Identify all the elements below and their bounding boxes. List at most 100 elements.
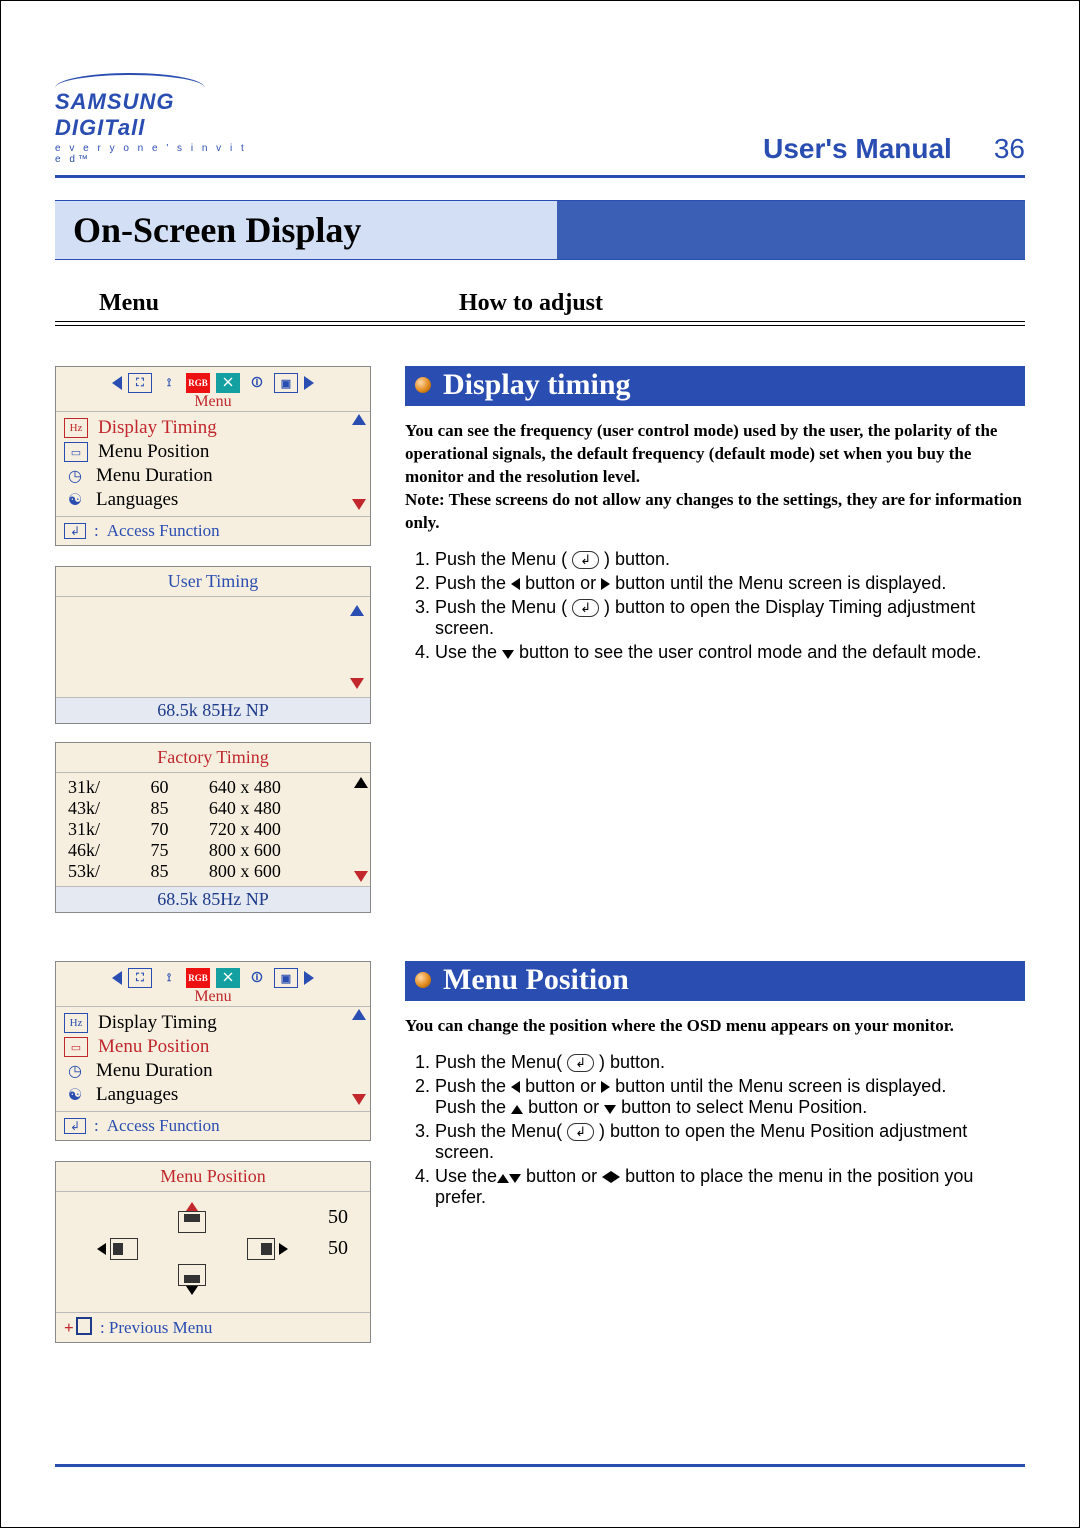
- nav-left-icon[interactable]: [112, 971, 122, 985]
- intro-display-timing: You can see the frequency (user control …: [405, 420, 1025, 535]
- footer-rule: [55, 1464, 1025, 1467]
- menu-item-languages[interactable]: ☯ Languages: [56, 488, 370, 512]
- menu-item-languages[interactable]: ☯ Languages: [56, 1083, 370, 1107]
- previous-menu-row[interactable]: + : Previous Menu: [56, 1312, 370, 1342]
- scroll-down-icon[interactable]: [352, 499, 366, 510]
- left-arrow-icon: [511, 1081, 520, 1093]
- step-2: Push the button or button until the Menu…: [435, 573, 1025, 594]
- menu-item-label: Menu Duration: [96, 465, 213, 487]
- access-function-label: Access Function: [107, 1116, 220, 1136]
- down-arrow-icon: [502, 650, 514, 659]
- nav-left-icon[interactable]: [112, 376, 122, 390]
- menu-item-label: Menu Position: [98, 441, 209, 463]
- bullet-icon: [415, 377, 431, 393]
- up-arrow-icon: [497, 1174, 509, 1183]
- pos-icon: ▭: [64, 1037, 88, 1057]
- menu-item-menu-duration[interactable]: ◷ Menu Duration: [56, 1059, 370, 1083]
- menu-item-menu-position[interactable]: ▭ Menu Position: [56, 1035, 370, 1059]
- step-4: Use the button or button to place the me…: [435, 1166, 1025, 1208]
- value-h: 50: [328, 1206, 360, 1229]
- pos-icon: ▭: [64, 442, 88, 462]
- left-arrow-icon: [511, 578, 520, 590]
- intro-menu-position: You can change the position where the OS…: [405, 1015, 1025, 1038]
- scroll-down-icon[interactable]: [350, 678, 364, 689]
- enter-icon: ↲: [64, 523, 86, 539]
- up-arrow-icon: [511, 1105, 523, 1114]
- nav-right-icon[interactable]: [304, 376, 314, 390]
- previous-menu-label: Previous Menu: [109, 1318, 212, 1337]
- title-band: On-Screen Display: [55, 200, 1025, 260]
- menu-item-label: Menu Position: [98, 1036, 209, 1058]
- step-2: Push the button or button until the Menu…: [435, 1076, 1025, 1118]
- pos-box-down: [178, 1264, 206, 1286]
- panel-title: Menu Position: [56, 1162, 370, 1192]
- osd-menu-label: Menu: [56, 988, 370, 1006]
- panel-menu-position: Menu Position 50: [55, 1161, 371, 1343]
- enter-icon: ↲: [64, 1118, 86, 1134]
- icon-size[interactable]: ⟟: [158, 969, 180, 987]
- menu-item-menu-duration[interactable]: ◷ Menu Duration: [56, 464, 370, 488]
- down-arrow-icon: [604, 1105, 616, 1114]
- scroll-up-icon[interactable]: [350, 605, 364, 616]
- right-arrow-icon: [611, 1171, 620, 1183]
- scroll-down-icon[interactable]: [352, 1094, 366, 1105]
- scroll-up-icon[interactable]: [352, 1009, 366, 1020]
- menu-item-display-timing[interactable]: Hz Display Timing: [56, 1011, 370, 1035]
- icon-position[interactable]: ⛶: [128, 373, 152, 393]
- step-1: Push the Menu ( ↲ ) button.: [435, 549, 1025, 570]
- panel-title: Factory Timing: [56, 743, 370, 773]
- right-arrow-icon: [601, 578, 610, 590]
- pos-box-right: [247, 1238, 275, 1260]
- hz-icon: Hz: [64, 1013, 88, 1033]
- menu-item-label: Display Timing: [98, 1012, 217, 1034]
- access-function-label: Access Function: [107, 521, 220, 541]
- status-user-timing: 68.5k 85Hz NP: [56, 697, 370, 723]
- icon-pip[interactable]: ▣: [274, 373, 298, 393]
- lang-icon: ☯: [64, 491, 86, 509]
- value-v: 50: [328, 1237, 360, 1260]
- enter-icon: ↲: [567, 1054, 594, 1072]
- icon-reset[interactable]: ⨉: [216, 968, 240, 988]
- brand-suffix: all: [118, 115, 145, 140]
- enter-icon: ↲: [567, 1123, 594, 1141]
- factory-timing-table: 31k/60640 x 480 43k/85640 x 480 31k/7072…: [60, 777, 352, 882]
- panel-title: User Timing: [56, 567, 370, 597]
- scroll-down-icon[interactable]: [354, 871, 368, 882]
- brand-tagline: e v e r y o n e ' s i n v i t e d™: [55, 143, 255, 165]
- pos-box-up: [178, 1211, 206, 1233]
- menu-item-label: Display Timing: [98, 417, 217, 439]
- table-row: 43k/85640 x 480: [60, 798, 352, 819]
- osd-menu-label: Menu: [56, 393, 370, 411]
- previous-menu-icon: [76, 1317, 92, 1335]
- icon-position[interactable]: ⛶: [128, 968, 152, 988]
- down-arrow-icon[interactable]: [186, 1286, 198, 1295]
- icon-tool[interactable]: 🛈: [246, 969, 268, 987]
- icon-reset[interactable]: ⨉: [216, 373, 240, 393]
- brand-logo: SAMSUNG DIGITall e v e r y o n e ' s i n…: [55, 73, 255, 165]
- scroll-up-icon[interactable]: [354, 777, 368, 788]
- doc-title: User's Manual: [763, 133, 952, 165]
- icon-pip[interactable]: ▣: [274, 968, 298, 988]
- table-row: 31k/60640 x 480: [60, 777, 352, 798]
- menu-item-display-timing[interactable]: Hz Display Timing: [56, 416, 370, 440]
- right-arrow-icon[interactable]: [279, 1243, 288, 1255]
- scroll-up-icon[interactable]: [352, 414, 366, 425]
- osd-access-fn: ↲ : Access Function: [56, 1111, 370, 1140]
- step-1: Push the Menu( ↲ ) button.: [435, 1052, 1025, 1073]
- left-arrow-icon[interactable]: [97, 1243, 106, 1255]
- icon-tool[interactable]: 🛈: [246, 374, 268, 392]
- heading-display-timing: Display timing: [405, 366, 1025, 406]
- nav-right-icon[interactable]: [304, 971, 314, 985]
- clock-icon: ◷: [64, 1062, 86, 1080]
- up-arrow-icon[interactable]: [186, 1202, 198, 1211]
- header-rule: [55, 175, 1025, 178]
- status-factory-timing: 68.5k 85Hz NP: [56, 886, 370, 912]
- icon-size[interactable]: ⟟: [158, 374, 180, 392]
- page-header: SAMSUNG DIGITall e v e r y o n e ' s i n…: [55, 73, 1025, 165]
- menu-item-menu-position[interactable]: ▭ Menu Position: [56, 440, 370, 464]
- icon-rgb[interactable]: RGB: [186, 373, 210, 393]
- heading-menu-position: Menu Position: [405, 961, 1025, 1001]
- step-4: Use the button to see the user control m…: [435, 642, 1025, 663]
- icon-rgb[interactable]: RGB: [186, 968, 210, 988]
- column-headers: Menu How to adjust: [55, 290, 1025, 317]
